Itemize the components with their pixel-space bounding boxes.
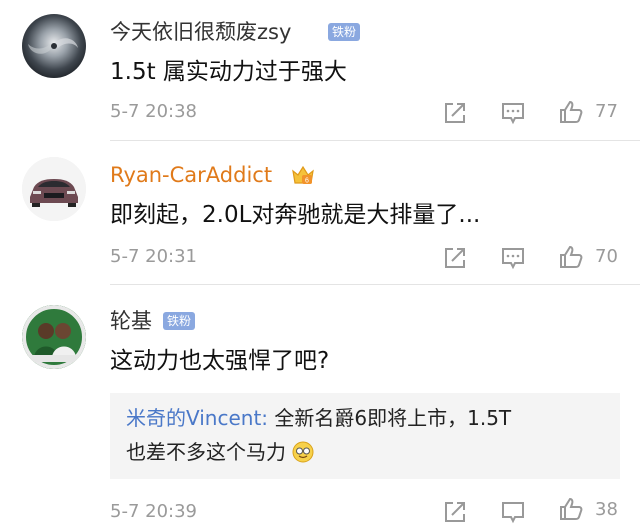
share-icon[interactable] <box>442 245 468 271</box>
comment-item: 今天依旧很颓废zsy 铁粉 1.5t 属实动力过于强大 5-7 20:38 77 <box>0 0 640 140</box>
comment-item: Ryan-CarAddict 6 即刻起，2.0L对奔驰就是大排量了... 5-… <box>0 141 640 284</box>
fan-badge: 铁粉 <box>163 312 196 330</box>
reply-line-1: 米奇的Vincent: 全新名爵6即将上市，1.5T <box>126 403 511 433</box>
username[interactable]: 今天依旧很颓废zsy <box>110 19 291 45</box>
like-count: 70 <box>595 246 618 267</box>
avatar[interactable] <box>22 157 86 221</box>
thumbs-up-icon[interactable] <box>558 496 584 522</box>
svg-text:6: 6 <box>305 178 309 185</box>
reply-text-continued: 也差不多这个马力 <box>126 440 286 464</box>
reply-line-2: 也差不多这个马力 <box>126 437 314 467</box>
thumbs-up-icon[interactable] <box>558 99 584 125</box>
username[interactable]: Ryan-CarAddict <box>110 162 272 188</box>
thumbs-up-icon[interactable] <box>558 244 584 270</box>
car-avatar-image <box>22 157 86 221</box>
avatar[interactable] <box>22 14 86 78</box>
avatar[interactable] <box>22 305 86 369</box>
comment-item: 轮基 铁粉 这动力也太强悍了吧? 米奇的Vincent: 全新名爵6即将上市，1… <box>0 285 640 524</box>
storm-avatar-image <box>22 14 86 78</box>
reply-text: 全新名爵6即将上市，1.5T <box>268 406 512 430</box>
comment-text: 即刻起，2.0L对奔驰就是大排量了... <box>110 202 481 228</box>
quoted-reply[interactable]: 米奇的Vincent: 全新名爵6即将上市，1.5T 也差不多这个马力 <box>110 393 620 479</box>
comment-icon[interactable] <box>500 245 526 271</box>
comment-text: 这动力也太强悍了吧? <box>110 348 330 374</box>
timestamp: 5-7 20:31 <box>110 246 197 267</box>
fan-badge: 铁粉 <box>328 23 361 41</box>
username[interactable]: 轮基 <box>110 308 152 334</box>
vip-crown-icon: 6 <box>292 165 314 185</box>
share-icon[interactable] <box>442 100 468 126</box>
timestamp: 5-7 20:38 <box>110 101 197 122</box>
team-avatar-image <box>22 305 86 369</box>
share-icon[interactable] <box>442 499 468 525</box>
comment-text: 1.5t 属实动力过于强大 <box>110 59 347 85</box>
reply-author[interactable]: 米奇的Vincent: <box>126 406 268 430</box>
grin-emoji-icon <box>292 441 314 463</box>
comment-icon[interactable] <box>500 499 526 525</box>
like-count: 77 <box>595 101 618 122</box>
like-count: 38 <box>595 499 618 520</box>
comment-icon[interactable] <box>500 100 526 126</box>
